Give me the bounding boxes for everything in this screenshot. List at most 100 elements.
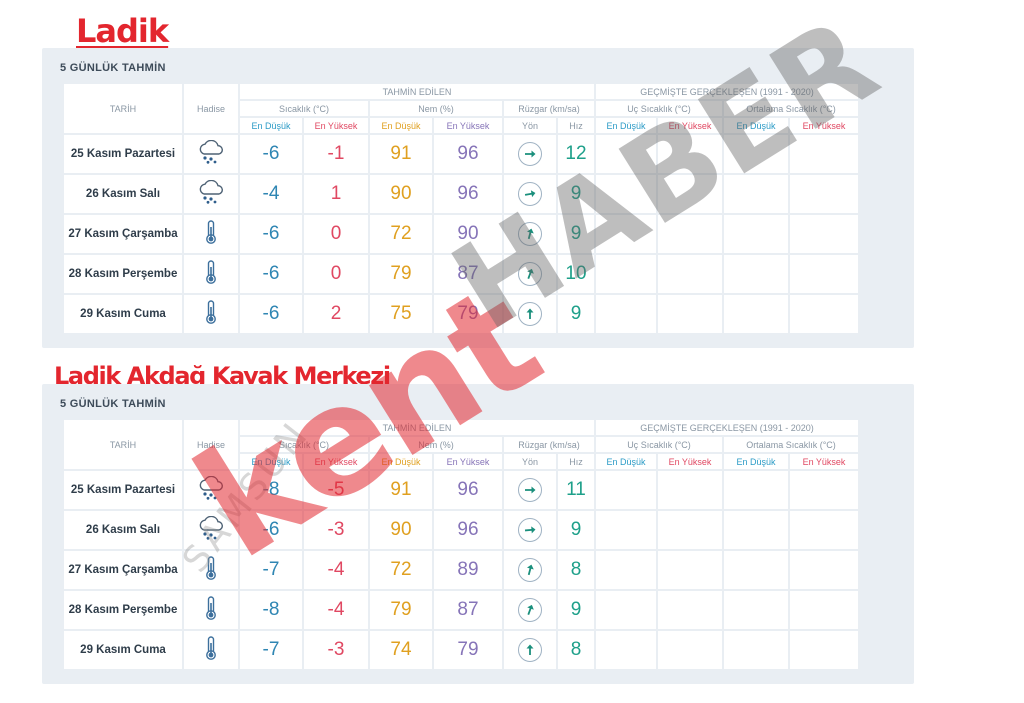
wind-speed-value: 12 — [558, 135, 594, 173]
date-cell: 28 Kasım Perşembe — [64, 591, 182, 629]
humidity-high-value: 96 — [434, 175, 502, 213]
temp-low-value: -6 — [240, 511, 302, 549]
wind-arrow-icon — [518, 598, 542, 622]
date-cell: 28 Kasım Perşembe — [64, 255, 182, 293]
thermometer-icon — [204, 259, 218, 290]
history-empty-cell — [658, 295, 722, 333]
snow-cloud-icon — [196, 139, 226, 169]
wind-header: Rüzgar (km/sa) — [504, 437, 594, 452]
wind-speed-value: 9 — [558, 175, 594, 213]
humidity-low-value: 90 — [370, 175, 432, 213]
weather-icon-cell — [184, 551, 238, 589]
forecast-group-header: TAHMİN EDİLEN — [240, 420, 594, 435]
humidity-low-value: 91 — [370, 471, 432, 509]
event-column-header: Hadise — [184, 420, 238, 469]
speed-subheader: Hız — [558, 118, 594, 133]
temp-low-value: -8 — [240, 471, 302, 509]
history-avg-high-subheader: En Yüksek — [790, 454, 858, 469]
table-row: 25 Kasım Pazartesi -8 -5 91 96 11 — [64, 471, 858, 509]
temperature-header: Sıcaklık (°C) — [240, 101, 368, 116]
humidity-low-value: 72 — [370, 215, 432, 253]
humidity-high-value: 90 — [434, 215, 502, 253]
history-empty-cell — [596, 631, 656, 669]
temp-high-value: -4 — [304, 591, 368, 629]
table-row: 27 Kasım Çarşamba -7 -4 72 89 8 — [64, 551, 858, 589]
humidity-header: Nem (%) — [370, 437, 502, 452]
average-temperature-header: Ortalama Sıcaklık (°C) — [724, 101, 858, 116]
temp-high-value: 2 — [304, 295, 368, 333]
average-temperature-header: Ortalama Sıcaklık (°C) — [724, 437, 858, 452]
humidity-low-value: 72 — [370, 551, 432, 589]
wind-arrow-icon — [518, 478, 542, 502]
direction-subheader: Yön — [504, 454, 556, 469]
humidity-low-value: 74 — [370, 631, 432, 669]
history-empty-cell — [658, 471, 722, 509]
history-empty-cell — [658, 255, 722, 293]
humidity-high-subheader: En Yüksek — [434, 454, 502, 469]
humidity-high-value: 96 — [434, 135, 502, 173]
wind-direction-cell — [504, 511, 556, 549]
wind-direction-cell — [504, 591, 556, 629]
temp-low-value: -4 — [240, 175, 302, 213]
weather-icon-cell — [184, 295, 238, 333]
history-avg-low-subheader: En Düşük — [724, 454, 788, 469]
history-empty-cell — [724, 471, 788, 509]
history-empty-cell — [596, 295, 656, 333]
humidity-low-subheader: En Düşük — [370, 454, 432, 469]
table-row: 25 Kasım Pazartesi -6 -1 91 96 12 — [64, 135, 858, 173]
date-cell: 26 Kasım Salı — [64, 175, 182, 213]
weather-icon-cell — [184, 631, 238, 669]
history-empty-cell — [658, 215, 722, 253]
history-empty-cell — [790, 551, 858, 589]
temperature-header: Sıcaklık (°C) — [240, 437, 368, 452]
temp-high-value: 1 — [304, 175, 368, 213]
history-empty-cell — [724, 511, 788, 549]
history-empty-cell — [724, 175, 788, 213]
humidity-high-value: 89 — [434, 551, 502, 589]
wind-speed-value: 10 — [558, 255, 594, 293]
history-empty-cell — [790, 135, 858, 173]
history-empty-cell — [596, 175, 656, 213]
snow-cloud-icon — [196, 515, 226, 545]
weather-icon-cell — [184, 471, 238, 509]
extreme-temperature-header: Uç Sıcaklık (°C) — [596, 101, 722, 116]
history-empty-cell — [724, 135, 788, 173]
history-empty-cell — [596, 215, 656, 253]
history-empty-cell — [724, 591, 788, 629]
temp-high-value: 0 — [304, 215, 368, 253]
thermometer-icon — [204, 595, 218, 626]
wind-direction-cell — [504, 135, 556, 173]
wind-direction-cell — [504, 175, 556, 213]
table-row: 28 Kasım Perşembe -8 -4 79 87 9 — [64, 591, 858, 629]
high-subheader: En Yüksek — [304, 118, 368, 133]
temp-high-value: -1 — [304, 135, 368, 173]
table-row: 26 Kasım Salı -4 1 90 96 9 — [64, 175, 858, 213]
date-cell: 27 Kasım Çarşamba — [64, 215, 182, 253]
date-cell: 25 Kasım Pazartesi — [64, 135, 182, 173]
history-empty-cell — [724, 255, 788, 293]
temp-low-value: -6 — [240, 215, 302, 253]
history-empty-cell — [658, 551, 722, 589]
wind-arrow-icon — [518, 302, 542, 326]
event-column-header: Hadise — [184, 84, 238, 133]
humidity-high-value: 79 — [434, 295, 502, 333]
history-empty-cell — [724, 631, 788, 669]
date-column-header: TARİH — [64, 84, 182, 133]
direction-subheader: Yön — [504, 118, 556, 133]
wind-direction-cell — [504, 551, 556, 589]
date-cell: 25 Kasım Pazartesi — [64, 471, 182, 509]
history-empty-cell — [596, 471, 656, 509]
wind-arrow-icon — [518, 518, 542, 542]
history-empty-cell — [596, 135, 656, 173]
table-row: 26 Kasım Salı -6 -3 90 96 9 — [64, 511, 858, 549]
history-empty-cell — [658, 175, 722, 213]
history-high-subheader: En Yüksek — [658, 454, 722, 469]
humidity-high-value: 79 — [434, 631, 502, 669]
temp-high-value: -3 — [304, 631, 368, 669]
weather-icon-cell — [184, 175, 238, 213]
history-low-subheader: En Düşük — [596, 454, 656, 469]
wind-header: Rüzgar (km/sa) — [504, 101, 594, 116]
humidity-high-value: 96 — [434, 511, 502, 549]
table-row: 28 Kasım Perşembe -6 0 79 87 10 — [64, 255, 858, 293]
table-row: 29 Kasım Cuma -6 2 75 79 9 — [64, 295, 858, 333]
